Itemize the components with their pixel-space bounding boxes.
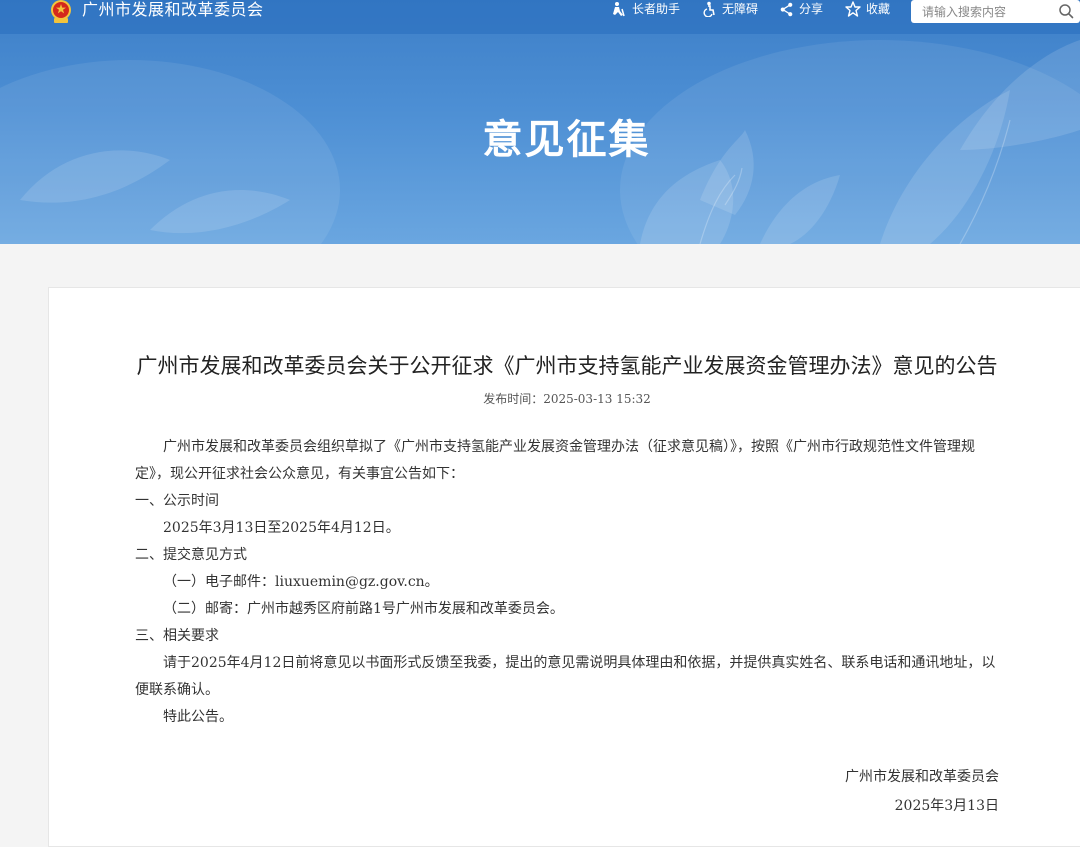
- search-input[interactable]: [920, 1, 1060, 22]
- elder-assistant-label: 长者助手: [632, 2, 681, 16]
- article-title: 广州市发展和改革委员会关于公开征求《广州市支持氢能产业发展资金管理办法》意见的公…: [136, 354, 998, 378]
- accessibility-label: 无障碍: [722, 2, 759, 16]
- publish-time-value: 2025-03-13 15:32: [543, 392, 651, 406]
- search-box: [911, 0, 1080, 23]
- article-card: 广州市发展和改革委员会关于公开征求《广州市支持氢能产业发展资金管理办法》意见的公…: [48, 287, 1080, 847]
- favorite-label: 收藏: [866, 2, 891, 16]
- section-heading: 二、提交意见方式: [135, 547, 247, 563]
- accessibility-icon: [703, 1, 715, 17]
- banner: 意见征集: [0, 0, 1080, 244]
- section-heading: 三、相关要求: [135, 628, 219, 644]
- share-icon: [780, 2, 793, 16]
- closing-paragraph: 特此公告。: [163, 709, 233, 725]
- body-paragraph: （一）电子邮件：liuxuemin@gz.gov.cn。: [163, 574, 439, 590]
- elder-assistant-icon: [613, 2, 625, 17]
- intro-paragraph: 广州市发展和改革委员会组织草拟了《广州市支持氢能产业发展资金管理办法（征求意见稿…: [135, 439, 975, 482]
- signature-date: 2025年3月13日: [894, 798, 999, 814]
- publish-time: 发布时间：2025-03-13 15:32: [49, 389, 1080, 409]
- site-name[interactable]: 广州市发展和改革委员会: [82, 0, 264, 22]
- article-body: 广州市发展和改革委员会组织草拟了《广州市支持氢能产业发展资金管理办法（征求意见稿…: [135, 434, 1003, 731]
- signature: 广州市发展和改革委员会: [845, 769, 999, 785]
- body-paragraph: （二）邮寄：广州市越秀区府前路1号广州市发展和改革委员会。: [163, 601, 564, 617]
- national-emblem-icon: [51, 0, 71, 23]
- top-bar: 广州市发展和改革委员会 长者助手 无障碍 分享 收藏: [0, 0, 1080, 34]
- elder-assistant-button[interactable]: 长者助手: [611, 0, 680, 18]
- publish-time-label: 发布时间：: [483, 392, 544, 406]
- body-paragraph: 请于2025年4月12日前将意见以书面形式反馈至我委，提出的意见需说明具体理由和…: [135, 655, 996, 698]
- accessibility-button[interactable]: 无障碍: [701, 0, 758, 18]
- body-paragraph: 2025年3月13日至2025年4月12日。: [163, 520, 400, 536]
- section-heading: 一、公示时间: [135, 493, 219, 509]
- share-label: 分享: [799, 2, 824, 16]
- star-icon: [845, 1, 861, 17]
- share-button[interactable]: 分享: [779, 0, 823, 18]
- favorite-button[interactable]: 收藏: [845, 0, 890, 18]
- banner-title: 意见征集: [482, 117, 651, 163]
- search-icon[interactable]: [1058, 3, 1074, 19]
